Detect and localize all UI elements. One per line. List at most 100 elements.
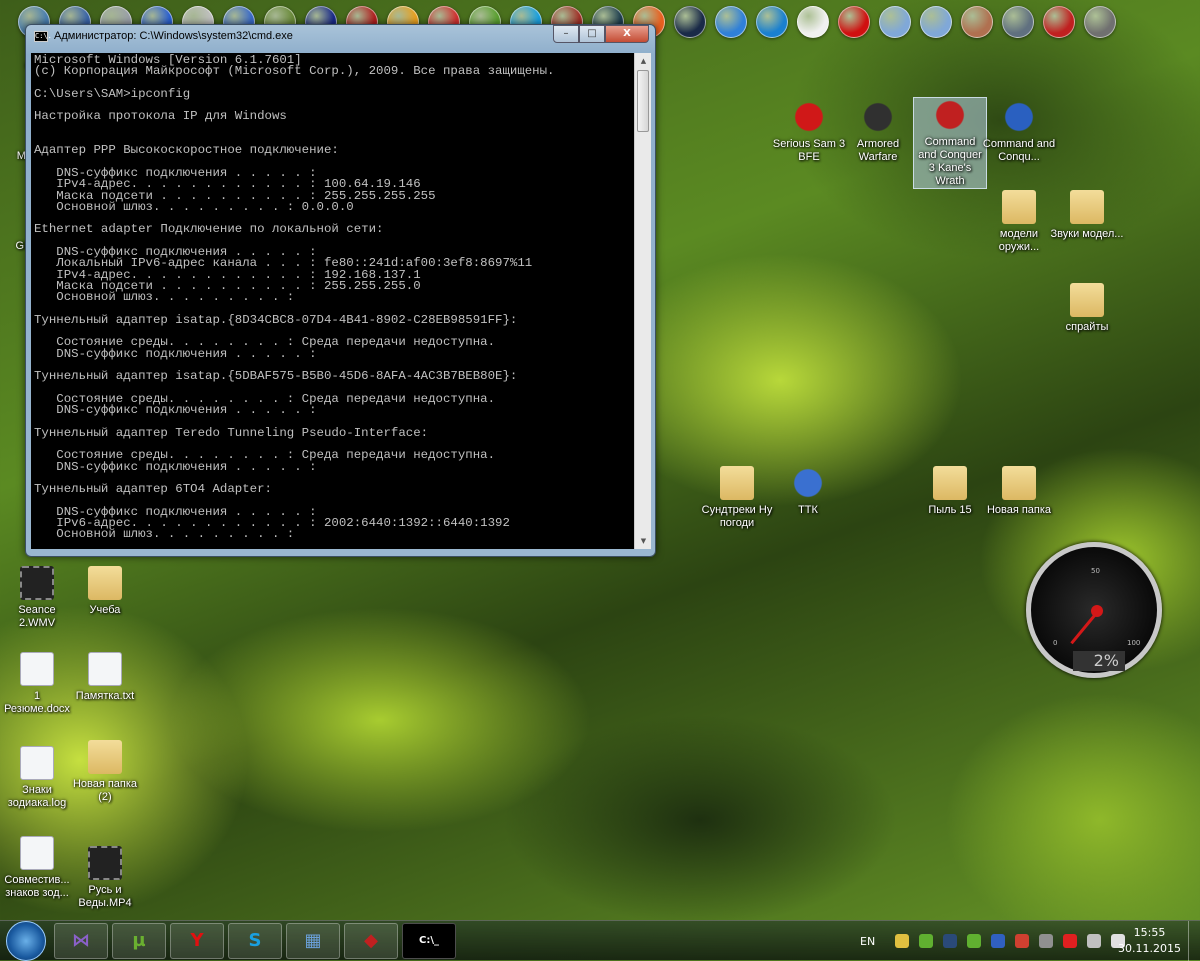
desktop-icon-folder[interactable]: Новая папка (2) xyxy=(68,740,142,804)
shortcut-icon xyxy=(791,466,825,500)
clock-date: 30.11.2015 xyxy=(1118,942,1181,955)
steam-icon[interactable] xyxy=(943,934,958,948)
warships-icon[interactable] xyxy=(1002,6,1034,38)
folder-icon xyxy=(720,466,754,500)
weather-icon-2[interactable] xyxy=(920,6,952,38)
video-icon xyxy=(20,566,54,600)
steam-icon[interactable] xyxy=(674,6,706,38)
folder-icon xyxy=(1070,283,1104,317)
desktop-icon-folder[interactable]: модели оружи... xyxy=(982,190,1056,254)
desktop-icon-doc[interactable]: 1 Резюме.docx xyxy=(0,652,74,716)
desktop-icon-label: Command and Conqu... xyxy=(982,138,1056,163)
desktop-icon-label: модели оружи... xyxy=(998,228,1040,253)
shortcut-icon xyxy=(792,100,826,134)
desktop-icon-label: Новая папка xyxy=(986,504,1052,516)
desktop-icon-label: Seance 2.WMV xyxy=(18,604,56,629)
scroll-down-arrow-icon[interactable]: ▼ xyxy=(635,533,652,549)
console-line: DNS-суффикс подключения . . . . . : xyxy=(34,403,317,418)
paint-icon[interactable] xyxy=(715,6,747,38)
warplanes-icon[interactable] xyxy=(1043,6,1075,38)
clock-time: 15:55 xyxy=(1133,926,1166,939)
shield-icon[interactable] xyxy=(895,934,910,948)
cmd-icon: C:\. xyxy=(34,30,52,42)
network-icon[interactable] xyxy=(1087,934,1102,948)
desktop-icon-folder[interactable]: Сундтреки Ну погоди xyxy=(700,466,774,530)
console-line: DNS-суффикс подключения . . . . . : xyxy=(34,346,317,361)
taskbar-item-yandex-browser[interactable]: Y xyxy=(170,922,224,959)
settings-icon[interactable] xyxy=(1039,934,1054,948)
desktop-icon-doc[interactable]: Знаки зодиака.log xyxy=(0,746,74,810)
desktop-icon-video[interactable]: Seance 2.WMV xyxy=(0,566,74,630)
vertical-scrollbar[interactable]: ▲ ▼ xyxy=(634,53,651,549)
close-button[interactable]: X xyxy=(605,25,649,43)
console-line: C:\Users\SAM>ipconfig xyxy=(34,86,191,101)
desktop-icon-folder[interactable]: Учеба xyxy=(68,566,142,617)
leaf-icon[interactable] xyxy=(919,934,934,948)
minimize-button[interactable]: – xyxy=(553,25,579,43)
cpu-meter-gadget[interactable]: 50 0 100 2% xyxy=(1026,542,1162,678)
start-button[interactable] xyxy=(6,920,46,961)
flag-error-icon[interactable] xyxy=(1063,934,1078,948)
system-tray: EN xyxy=(860,921,1126,961)
teamviewer-icon[interactable] xyxy=(756,6,788,38)
world-of-tanks-icon[interactable] xyxy=(1084,6,1116,38)
taskbar-item-cmd[interactable]: C:\_ xyxy=(402,922,456,959)
console-line: Ethernet adapter Подключение по локально… xyxy=(34,222,384,237)
emblem-icon[interactable] xyxy=(961,6,993,38)
show-desktop-button[interactable] xyxy=(1188,921,1200,961)
desktop-icon-label: Armored Warfare xyxy=(856,138,900,163)
desktop-icon-video[interactable]: Русь и Веды.MP4 xyxy=(68,846,142,910)
doc-icon xyxy=(20,746,54,780)
language-indicator[interactable]: EN xyxy=(860,935,875,948)
taskbar-item-control-panel[interactable]: ▦ xyxy=(286,922,340,959)
taskbar-item-visual-studio[interactable]: ⋈ xyxy=(54,922,108,959)
console-line: Основной шлюз. . . . . . . . . : xyxy=(34,290,295,305)
desktop-icon-folder[interactable]: Пыль 15 xyxy=(913,466,987,517)
desktop-icon-folder[interactable]: Звуки модел... xyxy=(1050,190,1124,241)
maximize-button[interactable]: □ xyxy=(579,25,605,43)
desktop-icon-doc[interactable]: Памятка.txt xyxy=(68,652,142,703)
pen-icon[interactable] xyxy=(991,934,1006,948)
opera-icon[interactable] xyxy=(838,6,870,38)
desktop-icon-label: Совместив... знаков зод... xyxy=(4,874,70,899)
scroll-thumb[interactable] xyxy=(637,70,649,132)
desktop-icon-doc[interactable]: Совместив... знаков зод... xyxy=(0,836,74,900)
weather-icon[interactable] xyxy=(879,6,911,38)
console-line: Туннельный адаптер 6TO4 Adapter: xyxy=(34,482,272,497)
utorrent-icon[interactable] xyxy=(967,934,982,948)
desktop-icon-shortcut[interactable]: Command and Conqu... xyxy=(982,100,1056,164)
desktop-icon-shortcut[interactable]: Armored Warfare xyxy=(841,100,915,164)
console-line: Туннельный адаптер isatap.{8D34CBC8-07D4… xyxy=(34,312,518,327)
desktop-icon-shortcut[interactable]: Command and Conquer 3 Kane's Wrath xyxy=(913,97,987,189)
taskbar-item-command-and-conquer[interactable]: ◆ xyxy=(344,922,398,959)
desktop-icon-label: 1 Резюме.docx xyxy=(4,690,70,715)
taskbar-item-skype[interactable]: S xyxy=(228,922,282,959)
desktop-icon-label: Русь и Веды.MP4 xyxy=(78,884,132,909)
doc-icon xyxy=(20,836,54,870)
console-line: (c) Корпорация Майкрософт (Microsoft Cor… xyxy=(34,64,555,79)
scroll-up-arrow-icon[interactable]: ▲ xyxy=(635,53,652,69)
taskbar-item-utorrent[interactable]: µ xyxy=(112,922,166,959)
desktop-icon-shortcut[interactable]: Serious Sam 3 BFE xyxy=(772,100,846,164)
folder-icon xyxy=(1002,466,1036,500)
desktop-icon-folder[interactable]: Новая папка xyxy=(982,466,1056,517)
desktop-icon-label: Command and Conquer 3 Kane's Wrath xyxy=(918,136,982,187)
yandex-icon[interactable] xyxy=(797,6,829,38)
console-line: Основной шлюз. . . . . . . . . : xyxy=(34,527,295,542)
desktop-icon-folder[interactable]: спрайты xyxy=(1050,283,1124,334)
doc-icon xyxy=(20,652,54,686)
desktop-icon-label: Пыль 15 xyxy=(928,504,972,516)
taskbar: ⋈ µ Y S ▦ ◆ C:\_ EN 15:55 30.11.2015 xyxy=(0,920,1200,961)
shortcut-icon xyxy=(1002,100,1036,134)
console-output[interactable]: Microsoft Windows [Version 6.1.7601] (c) … xyxy=(31,53,634,549)
doc-icon xyxy=(88,652,122,686)
console-line: Настройка протокола IP для Windows xyxy=(34,109,287,124)
desktop-icon-shortcut[interactable]: ТТК xyxy=(771,466,845,517)
cmd-window[interactable]: C:\. Администратор: C:\Windows\system32\… xyxy=(25,24,656,557)
clock[interactable]: 15:55 30.11.2015 xyxy=(1118,925,1181,957)
gauge-label-mid: 50 xyxy=(1091,567,1100,575)
folder-icon xyxy=(88,740,122,774)
speaker-app-icon[interactable] xyxy=(1015,934,1030,948)
gauge-label-max: 100 xyxy=(1127,639,1141,647)
